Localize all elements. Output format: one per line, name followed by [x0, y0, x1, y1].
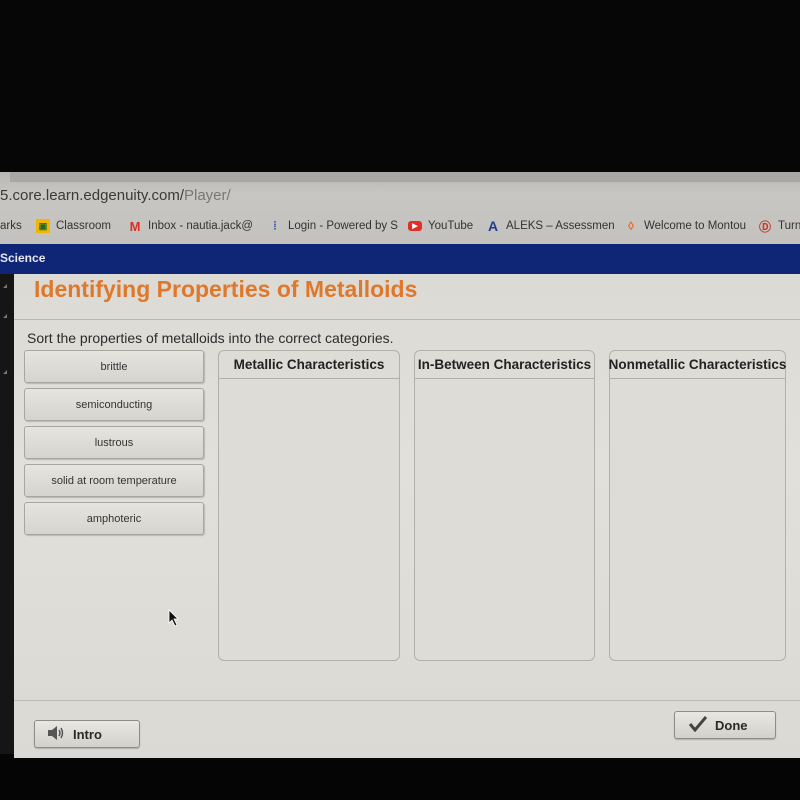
bookmark-label: ALEKS – Assessmen — [506, 220, 615, 232]
footer-divider — [14, 700, 800, 701]
category-header: Metallic Characteristics — [219, 351, 399, 379]
drop-zone-metallic[interactable] — [219, 379, 399, 660]
course-header-bar: Science — [0, 244, 800, 274]
address-bar[interactable]: 5.core.learn.edgenuity.com/Player/ — [0, 187, 231, 204]
tab-strip — [10, 172, 800, 182]
done-button[interactable]: Done — [674, 711, 776, 739]
left-rail — [0, 274, 14, 754]
mouse-pointer-icon — [168, 609, 180, 632]
draggable-item[interactable]: amphoteric — [24, 502, 204, 535]
bookmark-montour[interactable]: ◊ Welcome to Montou — [624, 216, 746, 236]
drop-zone-in-between[interactable] — [415, 379, 594, 660]
activity-title-bar: Identifying Properties of Metalloids — [14, 274, 800, 320]
bookmark-classroom[interactable]: ▣ Classroom — [36, 216, 111, 236]
rail-marker-icon — [3, 314, 7, 318]
url-host: 5.core.learn.edgenuity.com/ — [0, 187, 184, 204]
bookmark-inbox[interactable]: M Inbox - nautia.jack@ — [128, 216, 253, 236]
classroom-icon: ▣ — [36, 219, 50, 233]
rail-marker-icon — [3, 370, 7, 374]
category-header: In-Between Characteristics — [415, 351, 594, 379]
screen-bezel-bottom — [0, 758, 800, 800]
category-header: Nonmetallic Characteristics — [609, 351, 786, 379]
activity-stage: Identifying Properties of Metalloids Sor… — [14, 274, 800, 758]
gmail-icon: M — [129, 218, 141, 234]
checkmark-icon — [688, 715, 708, 735]
draggable-item[interactable]: lustrous — [24, 426, 204, 459]
bookmark-aleks[interactable]: A ALEKS – Assessmen — [486, 216, 615, 236]
youtube-icon: ▶ — [408, 221, 422, 231]
screen-bezel-top — [0, 0, 800, 172]
subject-label: Science — [0, 251, 46, 265]
category-metallic: Metallic Characteristics — [218, 350, 400, 661]
speaker-icon — [47, 725, 65, 744]
activity-title: Identifying Properties of Metalloids — [34, 276, 418, 302]
login-icon: ⦙ — [273, 219, 277, 232]
bookmark-turnitin[interactable]: Ⓓ Turn — [758, 216, 800, 236]
bookmark-label: Login - Powered by S — [288, 220, 398, 232]
category-in-between: In-Between Characteristics — [414, 350, 595, 661]
turnitin-icon: Ⓓ — [758, 219, 771, 234]
category-nonmetallic: Nonmetallic Characteristics — [609, 350, 786, 661]
browser-chrome: 5.core.learn.edgenuity.com/Player/ arks … — [0, 172, 800, 244]
draggable-item[interactable]: solid at room temperature — [24, 464, 204, 497]
bookmark-label: arks — [0, 220, 22, 232]
bookmark-label: Turn — [778, 220, 800, 232]
done-label: Done — [715, 717, 748, 733]
drop-zone-nonmetallic[interactable] — [610, 379, 785, 660]
draggable-item[interactable]: brittle — [24, 350, 204, 383]
url-path: Player/ — [184, 187, 231, 204]
bookmark-youtube[interactable]: ▶ YouTube — [408, 216, 473, 236]
intro-button[interactable]: Intro — [34, 720, 140, 748]
rail-marker-icon — [3, 284, 7, 288]
draggable-item[interactable]: semiconducting — [24, 388, 204, 421]
bookmark-label: Classroom — [56, 220, 111, 232]
bookmark-label: YouTube — [428, 220, 474, 232]
montour-icon: ◊ — [628, 219, 634, 233]
bookmark-login[interactable]: ⦙ Login - Powered by S — [268, 216, 398, 236]
bookmark-bookmarks[interactable]: arks — [0, 216, 22, 236]
bookmarks-bar: arks ▣ Classroom M Inbox - nautia.jack@ … — [0, 216, 800, 236]
intro-label: Intro — [73, 726, 102, 742]
bookmark-label: Inbox - nautia.jack@ — [148, 220, 254, 232]
instructions: Sort the properties of metalloids into t… — [27, 330, 394, 346]
aleks-icon: A — [487, 218, 499, 234]
bookmark-label: Welcome to Montou — [644, 220, 747, 232]
